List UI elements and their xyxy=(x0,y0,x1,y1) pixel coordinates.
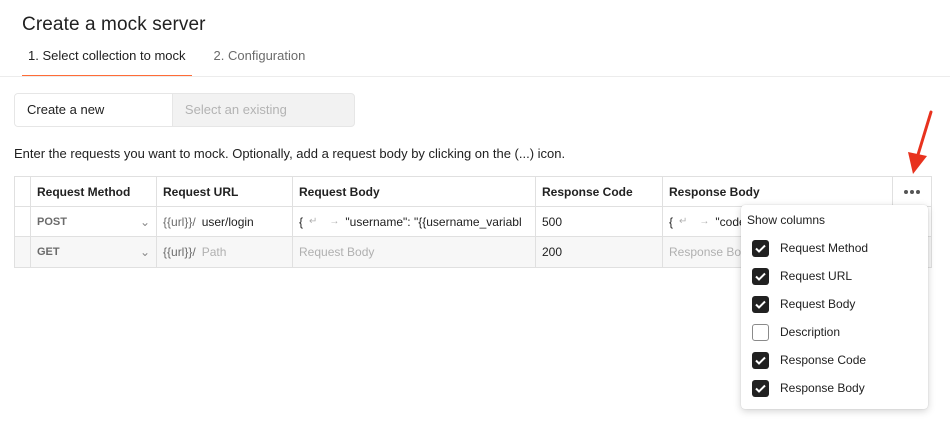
show-columns-menu: Show columns Request Method Request URL … xyxy=(741,205,928,409)
menu-item-request-url[interactable]: Request URL xyxy=(752,265,852,287)
collection-source-toggle: Create a new collection Select an existi… xyxy=(14,93,355,127)
row-handle[interactable] xyxy=(15,207,31,236)
step-configuration[interactable]: 2. Configuration xyxy=(208,40,312,77)
chevron-down-icon: ⌄ xyxy=(139,245,150,259)
menu-item-description[interactable]: Description xyxy=(752,321,840,343)
header-response-code: Response Code xyxy=(536,177,663,206)
request-url-input[interactable]: {{url}}/ user/login xyxy=(157,207,293,236)
response-code-value: 200 xyxy=(542,245,563,259)
request-body-placeholder: Request Body xyxy=(299,245,375,259)
menu-item-request-method[interactable]: Request Method xyxy=(752,237,868,259)
checkbox-checked-icon[interactable] xyxy=(752,239,769,257)
checkbox-checked-icon[interactable] xyxy=(752,295,769,313)
menu-item-label: Response Code xyxy=(780,353,867,367)
header-response-body: Response Body xyxy=(663,177,893,206)
header-request-method: Request Method xyxy=(31,177,157,206)
step-select-collection[interactable]: 1. Select collection to mock xyxy=(22,40,192,77)
method-select[interactable]: GET ⌄ xyxy=(31,237,157,267)
checkbox-checked-icon[interactable] xyxy=(752,267,769,285)
newline-icon: ↵ xyxy=(309,216,318,227)
newline-icon: ↵ xyxy=(679,216,688,227)
method-value: POST xyxy=(37,215,67,228)
more-horizontal-icon xyxy=(904,189,920,194)
menu-item-label: Request Method xyxy=(780,241,869,255)
url-variable-prefix: {{url}}/ xyxy=(163,214,196,229)
request-body-value: "username": "{{username_variabl xyxy=(345,214,522,229)
chevron-down-icon: ⌄ xyxy=(139,214,150,229)
menu-title: Show columns xyxy=(747,213,826,227)
header-request-url: Request URL xyxy=(157,177,293,206)
brace-glyph: { xyxy=(299,214,304,229)
request-body-input[interactable]: { ↵ → "username": "{{username_variabl xyxy=(293,207,536,236)
annotation-arrow-icon xyxy=(908,110,933,174)
method-select[interactable]: POST ⌄ xyxy=(31,207,157,236)
menu-item-label: Description xyxy=(780,325,841,339)
request-body-input[interactable]: Request Body xyxy=(293,237,536,267)
page-title: Create a mock server xyxy=(22,14,206,35)
response-code-input[interactable]: 200 xyxy=(536,237,663,267)
menu-item-request-body[interactable]: Request Body xyxy=(752,293,855,315)
instructions-text: Enter the requests you want to mock. Opt… xyxy=(14,146,566,161)
checkbox-unchecked-icon[interactable] xyxy=(752,323,769,341)
menu-item-label: Response Body xyxy=(780,381,865,395)
menu-item-label: Request URL xyxy=(780,269,853,283)
method-value: GET xyxy=(37,246,60,258)
stepper: 1. Select collection to mock 2. Configur… xyxy=(22,40,327,77)
column-options-button[interactable] xyxy=(893,177,931,206)
request-url-input[interactable]: {{url}}/ Path xyxy=(157,237,293,267)
url-path-placeholder: Path xyxy=(201,245,227,259)
tab-arrow-icon: → xyxy=(699,216,710,227)
select-existing-collection-button[interactable]: Select an existing collection xyxy=(173,94,354,126)
response-code-input[interactable]: 500 xyxy=(536,207,663,236)
row-handle-header xyxy=(15,177,31,206)
header-request-body: Request Body xyxy=(293,177,536,206)
menu-item-label: Request Body xyxy=(780,297,856,311)
steps-divider xyxy=(0,76,950,77)
create-new-collection-button[interactable]: Create a new collection xyxy=(15,94,173,126)
row-handle[interactable] xyxy=(15,237,31,267)
tab-arrow-icon: → xyxy=(329,216,340,227)
checkbox-checked-icon[interactable] xyxy=(752,379,769,397)
checkbox-checked-icon[interactable] xyxy=(752,351,769,369)
brace-glyph: { xyxy=(669,214,674,229)
url-variable-prefix: {{url}}/ xyxy=(163,245,196,259)
url-path-value: user/login xyxy=(201,214,254,229)
table-header-row: Request Method Request URL Request Body … xyxy=(15,177,931,207)
menu-item-response-body[interactable]: Response Body xyxy=(752,377,865,399)
response-code-value: 500 xyxy=(542,214,563,229)
menu-item-response-code[interactable]: Response Code xyxy=(752,349,866,371)
